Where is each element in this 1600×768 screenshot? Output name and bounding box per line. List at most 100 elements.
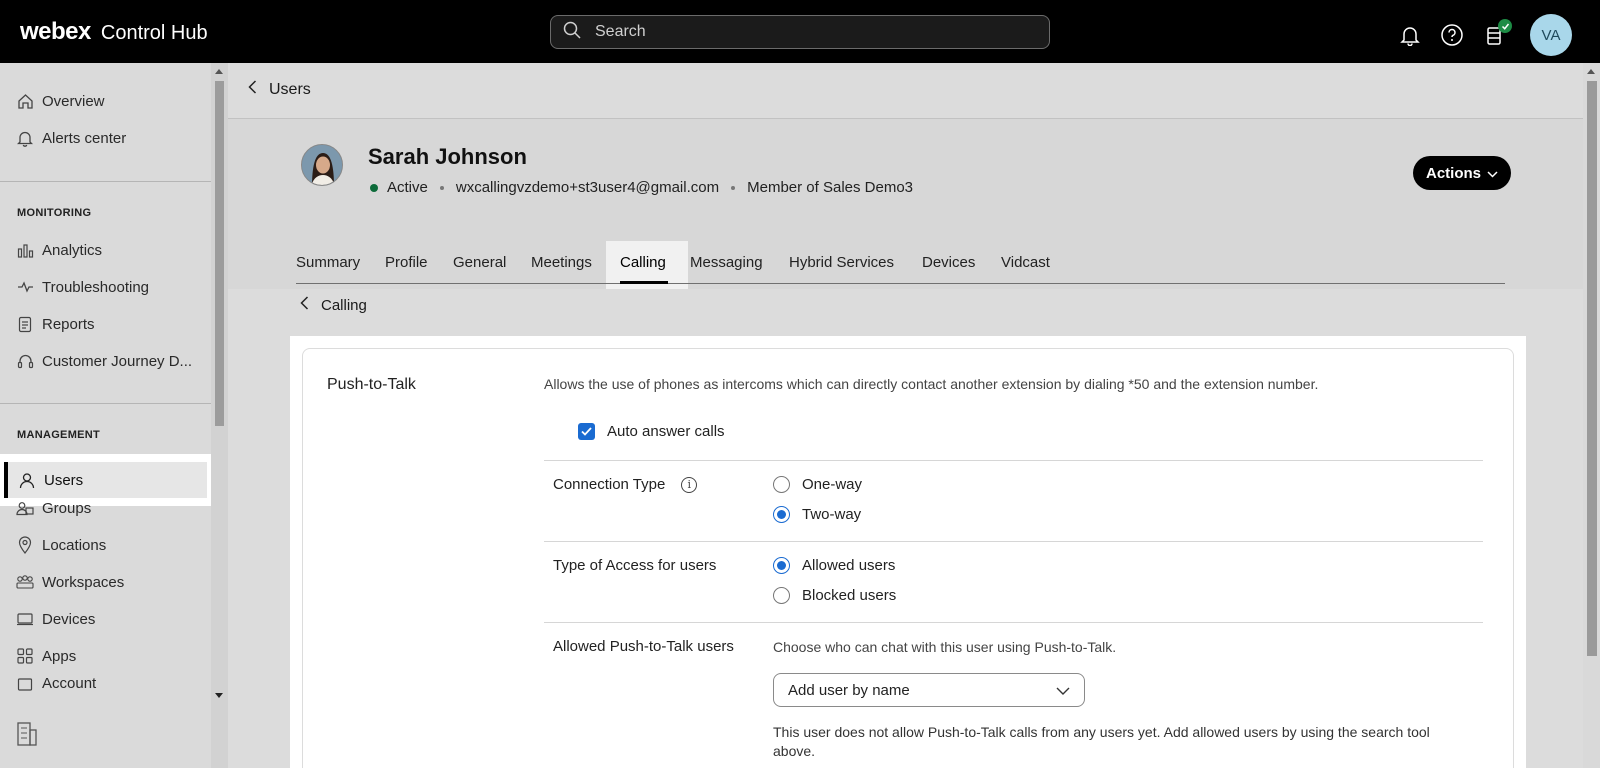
user-icon	[18, 471, 36, 489]
sidebar-item-label: Users	[44, 471, 84, 489]
allowed-users-help: Choose who can chat with this user using…	[773, 639, 1117, 655]
sidebar-item-account[interactable]: Account	[0, 675, 210, 695]
management-section-label: MANAGEMENT	[17, 429, 101, 441]
scroll-down-arrow[interactable]	[215, 693, 223, 698]
radio-button[interactable]	[773, 587, 790, 604]
tab-hybrid-services[interactable]: Hybrid Services	[789, 240, 894, 284]
back-to-users-link[interactable]: Users	[248, 80, 311, 99]
sidebar-item-analytics[interactable]: Analytics	[0, 232, 210, 268]
webex-logo: webex	[20, 18, 91, 45]
sidebar-item-apps[interactable]: Apps	[0, 638, 210, 674]
back-to-calling-link[interactable]: Calling	[300, 296, 367, 314]
analytics-icon	[16, 241, 34, 259]
monitoring-section-label: MONITORING	[17, 207, 92, 219]
row-divider	[544, 541, 1483, 542]
scroll-up-arrow[interactable]	[215, 69, 223, 74]
chevron-down-icon	[1487, 165, 1498, 182]
sidebar-divider	[0, 181, 211, 182]
allowed-users-note: This user does not allow Push-to-Talk ca…	[773, 724, 1430, 759]
tab-summary[interactable]: Summary	[296, 240, 360, 284]
sidebar-item-alerts-center[interactable]: Alerts center	[0, 120, 210, 156]
user-email: wxcallingvzdemo+st3user4@gmail.com	[455, 179, 720, 196]
search-placeholder: Search	[595, 23, 646, 40]
scroll-up-arrow[interactable]	[1587, 69, 1595, 74]
product-name: Control Hub	[100, 22, 208, 44]
tabs-divider	[296, 283, 1505, 284]
sidebar-item-workspaces[interactable]: Workspaces	[0, 564, 210, 600]
user-meta: Active wxcallingvzdemo+st3user4@gmail.co…	[370, 179, 913, 196]
user-header: Sarah Johnson Active wxcallingvzdemo+st3…	[228, 119, 1583, 289]
sidebar-item-reports[interactable]: Reports	[0, 306, 210, 342]
active-tab-underline	[620, 281, 668, 284]
chevron-left-icon	[248, 80, 257, 99]
pulse-icon	[16, 278, 34, 296]
auto-answer-checkbox-row[interactable]: Auto answer calls	[578, 423, 725, 440]
sidebar-item-label: Customer Journey D...	[42, 352, 193, 370]
radio-one-way[interactable]: One-way	[773, 476, 862, 493]
check-badge-icon	[1498, 19, 1512, 33]
help-icon[interactable]	[1438, 21, 1466, 49]
sidebar-item-label: Locations	[42, 536, 107, 554]
breadcrumb-label: Users	[269, 80, 311, 98]
sidebar-item-label: Reports	[42, 315, 95, 333]
sidebar-item-locations[interactable]: Locations	[0, 527, 210, 563]
radio-allowed-users[interactable]: Allowed users	[773, 557, 895, 574]
building-icon[interactable]	[16, 721, 38, 752]
devices-icon	[16, 610, 34, 628]
sidebar-item-label: Apps	[42, 647, 77, 665]
section-title: Push-to-Talk	[327, 376, 416, 393]
separator-dot	[439, 185, 444, 190]
tab-vidcast[interactable]: Vidcast	[1001, 240, 1050, 284]
settings-panel: Push-to-Talk Allows the use of phones as…	[290, 336, 1526, 768]
radio-button-selected[interactable]	[773, 557, 790, 574]
checkbox-label: Auto answer calls	[607, 423, 725, 440]
tab-general[interactable]: General	[453, 240, 506, 284]
home-icon	[16, 92, 34, 110]
sidebar-item-devices[interactable]: Devices	[0, 601, 210, 637]
tab-messaging[interactable]: Messaging	[690, 240, 763, 284]
sidebar-item-label: Groups	[42, 499, 92, 517]
radio-blocked-users[interactable]: Blocked users	[773, 587, 896, 604]
info-icon[interactable]: i	[681, 476, 698, 493]
actions-button[interactable]: Actions	[1413, 156, 1511, 190]
bell-icon	[16, 129, 34, 147]
sidebar-item-customer-journey[interactable]: Customer Journey D...	[0, 343, 210, 379]
top-actions: VA	[1396, 14, 1572, 56]
radio-two-way[interactable]: Two-way	[773, 506, 861, 523]
tab-meetings[interactable]: Meetings	[531, 240, 592, 284]
brand[interactable]: webex Control Hub	[20, 18, 208, 46]
sidebar-item-label: Account	[42, 675, 97, 692]
tab-calling[interactable]: Calling	[620, 240, 666, 284]
connection-type-label: Connection Type i	[553, 476, 698, 493]
sidebar-item-overview[interactable]: Overview	[0, 83, 210, 119]
sidebar-item-label: Devices	[42, 610, 96, 628]
status-text: Active	[387, 179, 428, 196]
separator-dot	[731, 185, 736, 190]
auto-answer-checkbox[interactable]	[578, 423, 595, 440]
scroll-thumb[interactable]	[1587, 81, 1597, 656]
sidebar-item-groups[interactable]: Groups	[0, 490, 210, 526]
access-type-label: Type of Access for users	[553, 557, 717, 574]
user-membership: Member of Sales Demo3	[747, 179, 914, 196]
dropdown-placeholder: Add user by name	[788, 681, 910, 699]
scroll-thumb[interactable]	[215, 81, 224, 426]
profile-avatar[interactable]: VA	[1530, 14, 1572, 56]
search-input[interactable]: Search	[550, 15, 1050, 49]
radio-button-selected[interactable]	[773, 506, 790, 523]
main-scrollbar[interactable]	[1583, 63, 1600, 768]
tab-devices[interactable]: Devices	[922, 240, 975, 284]
tasks-icon[interactable]	[1480, 19, 1512, 49]
sidebar: Overview Alerts center MONITORING Analyt…	[0, 63, 228, 768]
tab-profile[interactable]: Profile	[385, 240, 428, 284]
radio-label: Allowed users	[802, 557, 896, 574]
radio-button[interactable]	[773, 476, 790, 493]
actions-label: Actions	[1425, 164, 1481, 182]
bell-icon[interactable]	[1396, 21, 1424, 49]
location-icon	[16, 536, 34, 554]
sidebar-scrollbar[interactable]	[211, 63, 228, 768]
search-icon	[563, 21, 581, 44]
add-user-dropdown[interactable]: Add user by name	[773, 673, 1085, 707]
sidebar-item-label: Analytics	[42, 241, 103, 259]
sidebar-item-troubleshooting[interactable]: Troubleshooting	[0, 269, 210, 305]
user-name: Sarah Johnson	[368, 144, 527, 169]
